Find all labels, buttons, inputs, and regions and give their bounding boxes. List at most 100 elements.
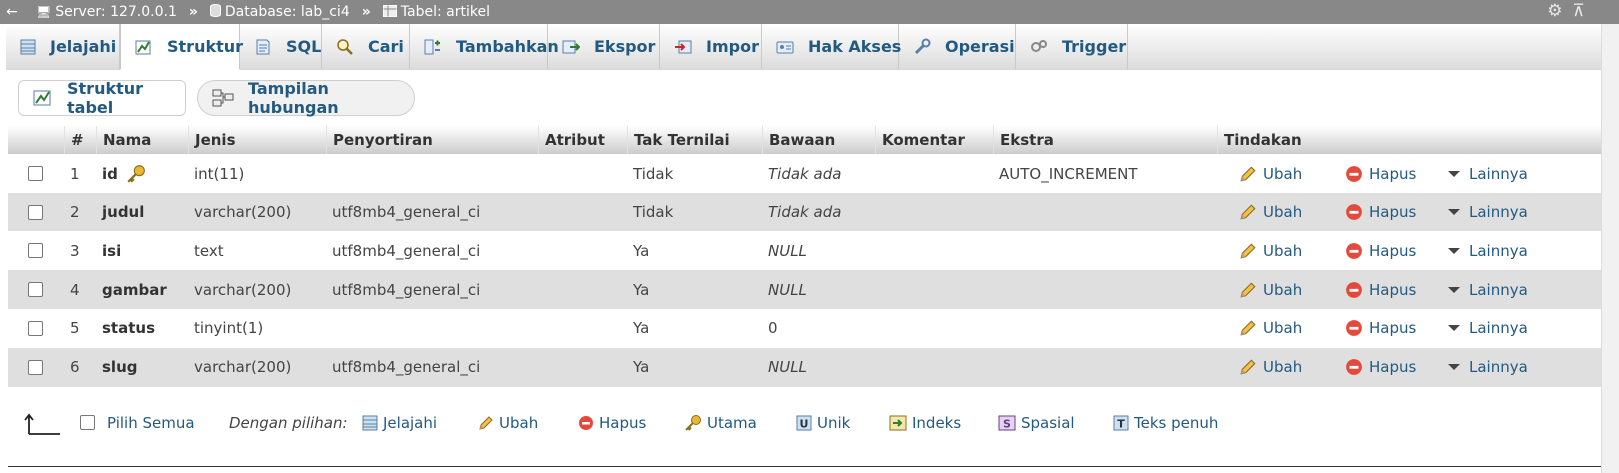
bulk-spatial-button[interactable]: S Spasial: [998, 414, 1075, 432]
tab-privileges[interactable]: Hak Akses: [762, 24, 901, 69]
import-icon: [674, 38, 692, 56]
more-actions-dropdown[interactable]: Lainnya: [1447, 165, 1528, 183]
dropdown-arrow-icon: [1447, 285, 1461, 295]
column-header-attribute[interactable]: Atribut: [538, 126, 627, 154]
bulk-unique-button[interactable]: U Unik: [796, 414, 850, 432]
tab-structure[interactable]: Struktur: [120, 24, 243, 70]
edit-column-link[interactable]: Ubah: [1239, 242, 1302, 260]
drop-column-label: Hapus: [1369, 358, 1417, 376]
bulk-index-button[interactable]: Indeks: [889, 414, 961, 432]
tab-operations[interactable]: Operasi: [899, 24, 1016, 69]
row-checkbox[interactable]: [28, 243, 43, 259]
drop-column-link[interactable]: Hapus: [1345, 242, 1416, 260]
more-actions-dropdown[interactable]: Lainnya: [1447, 358, 1528, 376]
check-all-label[interactable]: Pilih Semua: [107, 414, 195, 432]
dropdown-arrow-icon: [1447, 362, 1461, 372]
bulk-drop-button[interactable]: Hapus: [578, 414, 646, 432]
tab-export[interactable]: Ekspor: [548, 24, 660, 69]
row-checkbox[interactable]: [28, 359, 43, 375]
more-actions-dropdown[interactable]: Lainnya: [1447, 319, 1528, 337]
edit-column-link[interactable]: Ubah: [1239, 203, 1302, 221]
drop-column-label: Hapus: [1369, 280, 1417, 299]
breadcrumb-table[interactable]: Tabel: artikel: [382, 4, 490, 20]
drop-column-link[interactable]: Hapus: [1345, 358, 1416, 376]
column-type: int(11): [194, 164, 245, 183]
column-null: Tidak: [633, 164, 674, 183]
column-header-collation[interactable]: Penyortiran: [326, 126, 538, 154]
database-icon: [209, 4, 221, 20]
row-checkbox-cell[interactable]: [8, 309, 64, 348]
collapse-top-icon[interactable]: ⊼: [1573, 1, 1585, 21]
more-actions-dropdown[interactable]: Lainnya: [1447, 203, 1528, 221]
settings-gear-icon[interactable]: ⚙: [1547, 1, 1562, 21]
collapse-nav-button[interactable]: ←: [0, 0, 24, 24]
drop-column-label: Hapus: [1369, 203, 1417, 222]
drop-column-link[interactable]: Hapus: [1345, 319, 1416, 337]
column-null: Ya: [633, 280, 650, 299]
drop-column-label: Hapus: [1369, 241, 1417, 260]
bulk-fulltext-button[interactable]: T Teks penuh: [1113, 414, 1218, 432]
row-checkbox[interactable]: [28, 204, 43, 220]
vertical-scrollbar[interactable]: [1601, 24, 1619, 473]
column-header-null[interactable]: Tak Ternilai: [627, 126, 762, 154]
more-actions-label: Lainnya: [1469, 241, 1528, 260]
more-actions-label: Lainnya: [1469, 280, 1528, 299]
tab-import[interactable]: Impor: [660, 24, 762, 69]
tab-insert[interactable]: Tambahkan: [410, 24, 559, 69]
with-selected-label: Dengan pilihan:: [229, 414, 348, 432]
row-checkbox[interactable]: [28, 282, 43, 298]
column-name: gambar: [102, 280, 167, 299]
edit-column-link[interactable]: Ubah: [1239, 358, 1302, 376]
bulk-edit-button[interactable]: Ubah: [478, 414, 538, 432]
row-checkbox-cell[interactable]: [8, 348, 64, 387]
table-row: 3 isi text utf8mb4_general_ci Ya NULL Ubah Hapu…: [8, 231, 1601, 271]
edit-column-link[interactable]: Ubah: [1239, 281, 1302, 299]
tab-search[interactable]: Cari: [322, 24, 410, 69]
browse-icon: [20, 38, 36, 56]
bulk-primary-button[interactable]: Utama: [684, 414, 757, 432]
check-all-checkbox[interactable]: [80, 415, 95, 430]
dropdown-arrow-icon: [1447, 323, 1461, 333]
edit-column-link[interactable]: Ubah: [1239, 165, 1302, 183]
table-header: # Nama Jenis Penyortiran Atribut Tak Ter…: [8, 126, 1601, 154]
column-null: Ya: [633, 241, 650, 260]
row-checkbox-cell[interactable]: [8, 193, 64, 232]
column-default: Tidak ada: [768, 203, 842, 222]
row-checkbox[interactable]: [28, 320, 43, 336]
column-header-type[interactable]: Jenis: [188, 126, 326, 154]
relation-view-button[interactable]: Tampilan hubungan: [197, 79, 415, 117]
more-actions-dropdown[interactable]: Lainnya: [1447, 281, 1528, 299]
row-checkbox-cell[interactable]: [8, 270, 64, 309]
trigger-icon: [1030, 38, 1048, 56]
row-actions-cell: Ubah Hapus Lainnya: [1217, 154, 1601, 193]
svg-text:S: S: [1003, 418, 1011, 431]
bulk-edit-label: Ubah: [499, 414, 539, 432]
column-header-extra[interactable]: Ekstra: [993, 126, 1217, 154]
more-actions-dropdown[interactable]: Lainnya: [1447, 242, 1528, 260]
tab-browse[interactable]: Jelajahi: [6, 24, 120, 69]
column-null: Ya: [633, 319, 650, 338]
breadcrumb-server[interactable]: 🖥 Server: 127.0.0.1: [36, 4, 177, 20]
row-actions-cell: Ubah Hapus Lainnya: [1217, 193, 1601, 232]
column-header-default[interactable]: Bawaan: [762, 126, 875, 154]
drop-column-link[interactable]: Hapus: [1345, 281, 1416, 299]
drop-column-link[interactable]: Hapus: [1345, 165, 1416, 183]
bulk-browse-button[interactable]: Jelajahi: [362, 414, 437, 432]
column-header-comment[interactable]: Komentar: [875, 126, 993, 154]
breadcrumb-table-label: Tabel: artikel: [400, 4, 490, 20]
pencil-icon: [1239, 165, 1257, 183]
column-type-cell: tinyint(1): [188, 309, 326, 348]
edit-column-link[interactable]: Ubah: [1239, 319, 1302, 337]
row-checkbox-cell[interactable]: [8, 154, 64, 193]
drop-column-link[interactable]: Hapus: [1345, 203, 1416, 221]
tab-trigger[interactable]: Trigger: [1016, 24, 1128, 69]
row-checkbox-cell[interactable]: [8, 231, 64, 270]
column-collation-cell: [326, 154, 538, 193]
breadcrumb-database[interactable]: Database: lab_ci4: [209, 4, 350, 20]
row-checkbox[interactable]: [28, 166, 43, 181]
tab-sql-label: SQL: [286, 37, 322, 56]
column-header-name[interactable]: Nama: [96, 126, 188, 154]
structure-table-button[interactable]: Struktur tabel: [18, 79, 186, 117]
column-attribute-cell: [538, 309, 627, 348]
tab-sql[interactable]: SQL: [240, 24, 322, 69]
